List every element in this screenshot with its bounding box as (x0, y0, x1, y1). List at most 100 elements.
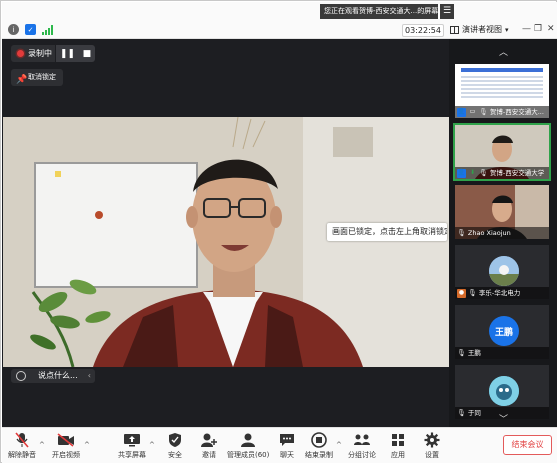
settings-label: 设置 (425, 451, 439, 459)
restore-button[interactable]: ❐ (534, 24, 542, 34)
manage-members-button[interactable]: 管理成员(60) (227, 432, 269, 460)
security-label: 安全 (168, 451, 182, 459)
participant-name: 李乐-华北电力 (478, 289, 521, 297)
unmute-label: 解除静音 (8, 451, 36, 459)
pause-icon[interactable]: ❚❚ (60, 49, 75, 59)
participant-tile[interactable]: 🎙 于同 (455, 365, 549, 419)
mic-icon: 🎙 (457, 409, 466, 417)
chevron-up-icon[interactable]: ^ (84, 441, 90, 449)
participant-tile[interactable]: 👤 ▭ 🎙 贺博-西安交通大... (455, 64, 549, 118)
pin-icon: 📌 (16, 75, 28, 85)
mic-icon: 🎙 (468, 289, 477, 297)
user-icon: 👤 (457, 168, 466, 178)
stop-icon[interactable]: ■ (83, 49, 92, 59)
mic-icon: 🎙 (457, 349, 466, 357)
avatar-image (489, 256, 519, 286)
participant-tile[interactable]: 王鹏 🎙 王鹏 (455, 305, 549, 359)
participant-name: 于同 (467, 409, 481, 417)
apps-button[interactable]: 应用 (389, 432, 407, 460)
unmute-button[interactable]: 解除静音 (8, 432, 36, 460)
settings-button[interactable]: 设置 (423, 432, 441, 460)
speaker-video-image (3, 117, 449, 367)
avatar (489, 256, 519, 286)
chevron-left-icon[interactable]: ‹ (88, 369, 91, 383)
speaking-icon: ⬇ (469, 169, 476, 176)
chevron-down-icon: ▾ (505, 26, 509, 34)
camera-off-icon (57, 432, 75, 448)
close-button[interactable]: ✕ (547, 24, 555, 34)
end-meeting-button[interactable]: 结束会议 (503, 435, 552, 455)
chevron-down-icon[interactable]: ﹀ (499, 412, 508, 425)
avatar (489, 376, 519, 406)
invite-button[interactable]: 邀请 (200, 432, 218, 460)
meeting-timer: 03:22:54 (402, 24, 444, 37)
shield-icon[interactable]: ✓ (25, 24, 36, 35)
invite-label: 邀请 (202, 451, 216, 459)
participant-sidebar: ︿ 👤 ▭ 🎙 贺博-西安交通大... 👤 ⬇ 🎙 贺博-西安交通大学 🎙 Zh… (449, 39, 557, 427)
lock-tooltip: 画面已锁定，点击左上角取消锁定 (327, 223, 447, 241)
app-window: 您正在观看贺博-西安交通大...的屏幕 ☰ i ✓ 03:22:54 演讲者视图… (0, 0, 557, 463)
participant-tile[interactable]: 🎙 Zhao Xiaojun (455, 185, 549, 239)
view-mode-button[interactable]: 演讲者视图 ▾ (450, 23, 518, 37)
tile-caption: 🎙 王鹏 (455, 347, 549, 359)
avatar: 王鹏 (489, 316, 519, 346)
mic-icon: 🎙 (479, 169, 488, 177)
participant-tile[interactable]: 👤 ⬇ 🎙 贺博-西安交通大学 (453, 123, 551, 181)
mic-icon: 🎙 (457, 229, 466, 237)
banner-menu-button[interactable]: ☰ (440, 4, 454, 19)
chat-bubble-icon (16, 371, 26, 381)
layout-icon (450, 26, 459, 34)
top-bar: 您正在观看贺博-西安交通大...的屏幕 ☰ i ✓ 03:22:54 演讲者视图… (2, 2, 557, 39)
chat-icon (278, 432, 296, 448)
members-label: 管理成员(60) (227, 451, 270, 459)
bottom-toolbar: 解除静音 ^ 开启视频 ^ 共享屏幕 ^ 安全 邀请 管理成员(60) 聊天 结… (2, 427, 557, 463)
avatar-image (489, 376, 519, 406)
members-icon (239, 432, 257, 448)
chat-input-pill[interactable]: 说点什么... ‹ (11, 369, 95, 383)
chat-label: 聊天 (280, 451, 294, 459)
recording-controls: ❚❚ ■ (56, 45, 95, 62)
chat-placeholder: 说点什么... (38, 371, 78, 380)
gear-icon (423, 432, 441, 448)
apps-label: 应用 (391, 451, 405, 459)
chevron-up-icon[interactable]: ^ (336, 441, 342, 449)
shield-icon (166, 432, 184, 448)
security-button[interactable]: 安全 (166, 432, 184, 460)
info-icon[interactable]: i (8, 24, 19, 35)
chevron-up-icon[interactable]: ︿ (499, 45, 508, 58)
view-mode-label: 演讲者视图 (462, 25, 502, 34)
signal-icon[interactable] (42, 24, 53, 35)
user-icon: ● (457, 288, 466, 298)
start-video-button[interactable]: 开启视频 (52, 432, 80, 460)
unlock-button[interactable]: 📌 取消锁定 (11, 69, 63, 86)
tile-caption: ● 🎙 李乐-华北电力 (455, 287, 549, 299)
unlock-label: 取消锁定 (28, 73, 56, 81)
main-video-area: 录制中 ❚❚ ■ 📌 取消锁定 说点什么... ‹ 画面已锁定，点击左上角取消锁… (2, 39, 449, 427)
record-dot-icon (17, 50, 24, 57)
end-recording-button[interactable]: 结束录制 (305, 432, 333, 460)
apps-icon (389, 432, 407, 448)
share-label: 共享屏幕 (118, 451, 146, 459)
participant-name: 贺博-西安交通大学 (489, 169, 545, 177)
share-screen-button[interactable]: 共享屏幕 (118, 432, 146, 460)
mic-icon: 🎙 (479, 108, 488, 116)
status-icons: i ✓ (8, 24, 53, 35)
minimize-button[interactable]: — (522, 24, 531, 34)
breakout-button[interactable]: 分组讨论 (348, 432, 376, 460)
user-icon: 👤 (457, 107, 466, 117)
screen-share-icon: ▭ (469, 108, 476, 115)
tile-caption: 👤 ⬇ 🎙 贺博-西安交通大学 (455, 167, 549, 179)
share-screen-icon (123, 432, 141, 448)
breakout-icon (353, 432, 371, 448)
mic-muted-icon (13, 432, 31, 448)
video-label: 开启视频 (52, 451, 80, 459)
participant-tile[interactable]: ● 🎙 李乐-华北电力 (455, 245, 549, 299)
chat-button[interactable]: 聊天 (278, 432, 296, 460)
chevron-up-icon[interactable]: ^ (39, 441, 45, 449)
chevron-up-icon[interactable]: ^ (149, 441, 155, 449)
stop-record-icon (310, 432, 328, 448)
participant-name: 贺博-西安交通大... (489, 108, 544, 116)
participant-name: Zhao Xiaojun (467, 229, 511, 237)
tile-caption: 👤 ▭ 🎙 贺博-西安交通大... (455, 106, 549, 118)
speaker-video (3, 117, 449, 367)
